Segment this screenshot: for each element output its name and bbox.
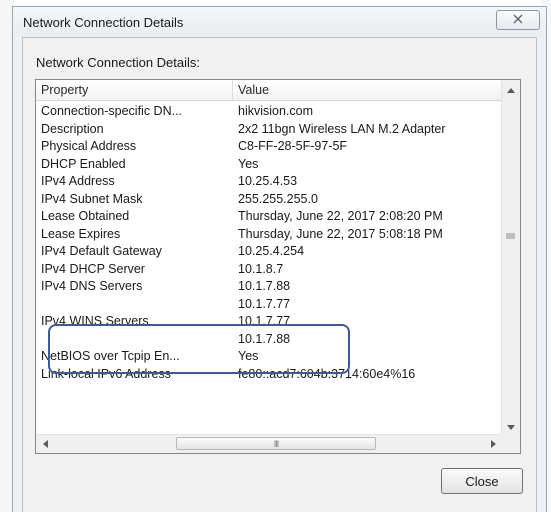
vertical-scroll-thumb[interactable]: [504, 220, 517, 250]
property-cell: IPv4 Subnet Mask: [41, 191, 143, 206]
list-item[interactable]: Description 2x2 11bgn Wireless LAN M.2 Ad…: [36, 121, 502, 139]
scroll-down-button[interactable]: [502, 417, 520, 435]
property-cell: Link-local IPv6 Address: [41, 366, 171, 381]
list-item[interactable]: DHCP Enabled Yes: [36, 156, 502, 174]
list-item[interactable]: IPv4 Default Gateway 10.25.4.254: [36, 243, 502, 261]
arrow-down-icon: [507, 417, 515, 435]
value-cell: 10.25.4.53: [238, 174, 298, 188]
value-cell: 10.1.7.88: [238, 279, 291, 293]
arrow-up-icon: [507, 80, 515, 98]
horizontal-scroll-thumb[interactable]: III: [176, 437, 376, 450]
close-button[interactable]: Close: [441, 468, 523, 494]
value-cell: 2x2 11bgn Wireless LAN M.2 Adapter: [238, 121, 446, 136]
details-list-view[interactable]: Property Value Connection-specific DN...…: [35, 79, 521, 454]
dialog-client-area: Network Connection Details: Property Val…: [22, 37, 537, 512]
property-cell: IPv4 DNS Servers: [41, 279, 143, 293]
property-cell: Physical Address: [41, 139, 137, 153]
list-item[interactable]: 10.1.7.88: [36, 331, 502, 349]
property-cell: IPv4 Address: [41, 174, 115, 188]
value-cell: Yes: [238, 156, 259, 171]
horizontal-scrollbar[interactable]: III: [36, 434, 502, 453]
value-cell: Yes: [238, 349, 259, 363]
list-item[interactable]: NetBIOS over Tcpip En... Yes: [36, 348, 502, 366]
list-item[interactable]: 10.1.7.77: [36, 296, 502, 314]
window-title: Network Connection Details: [23, 15, 184, 30]
property-cell: IPv4 Default Gateway: [41, 244, 162, 258]
value-cell: 10.25.4.254: [238, 244, 305, 258]
scrollbar-corner: [501, 434, 520, 453]
window-close-button[interactable]: [496, 10, 540, 30]
property-cell: DHCP Enabled: [41, 156, 126, 171]
list-rows: Connection-specific DN... hikvision.com De…: [36, 103, 502, 383]
property-cell: Description: [41, 121, 104, 136]
property-cell: Lease Obtained: [41, 209, 130, 223]
network-details-dialog: Network Connection Details Network Conne…: [12, 6, 547, 512]
property-cell: Lease Expires: [41, 226, 121, 241]
value-cell: hikvision.com: [238, 104, 314, 118]
value-cell: 10.1.7.88: [238, 331, 291, 346]
value-cell: 10.1.7.77: [238, 296, 291, 311]
list-item[interactable]: IPv4 DHCP Server 10.1.8.7: [36, 261, 502, 279]
value-cell: 255.255.255.0: [238, 191, 318, 206]
scroll-left-button[interactable]: [36, 435, 54, 453]
arrow-right-icon: [490, 435, 496, 453]
close-icon: [513, 11, 523, 29]
scroll-up-button[interactable]: [502, 80, 520, 98]
property-cell: NetBIOS over Tcpip En...: [41, 349, 180, 363]
list-header: Property Value: [36, 80, 502, 101]
scroll-resize-grip-icon: [506, 226, 515, 244]
value-cell: Thursday, June 22, 2017 2:08:20 PM: [238, 209, 443, 223]
scroll-right-button[interactable]: [484, 435, 502, 453]
value-cell: 10.1.7.77: [238, 314, 291, 328]
list-item[interactable]: IPv4 WINS Servers 10.1.7.77: [36, 313, 502, 331]
list-item[interactable]: Lease Obtained Thursday, June 22, 2017 2:…: [36, 208, 502, 226]
list-item[interactable]: IPv4 Address 10.25.4.53: [36, 173, 502, 191]
list-item[interactable]: Lease Expires Thursday, June 22, 2017 5:0…: [36, 226, 502, 244]
property-cell: IPv4 DHCP Server: [41, 261, 145, 276]
title-bar: Network Connection Details: [13, 7, 546, 37]
list-item[interactable]: Link-local IPv6 Address fe80::acd7:604b:3…: [36, 366, 502, 384]
arrow-left-icon: [42, 435, 48, 453]
property-cell: IPv4 WINS Servers: [41, 314, 149, 328]
column-header-value[interactable]: Value: [233, 80, 502, 100]
value-cell: C8-FF-28-5F-97-5F: [238, 139, 348, 153]
vertical-scrollbar[interactable]: [501, 80, 520, 435]
list-item[interactable]: IPv4 DNS Servers 10.1.7.88: [36, 278, 502, 296]
list-item[interactable]: IPv4 Subnet Mask 255.255.255.0: [36, 191, 502, 209]
list-item[interactable]: Connection-specific DN... hikvision.com: [36, 103, 502, 121]
property-cell: Connection-specific DN...: [41, 104, 183, 118]
section-label: Network Connection Details:: [36, 55, 201, 70]
value-cell: fe80::acd7:604b:3714:60e4%16: [238, 366, 416, 381]
column-header-property[interactable]: Property: [36, 80, 233, 100]
value-cell: Thursday, June 22, 2017 5:08:18 PM: [238, 226, 443, 241]
value-cell: 10.1.8.7: [238, 261, 284, 276]
list-item[interactable]: Physical Address C8-FF-28-5F-97-5F: [36, 138, 502, 156]
